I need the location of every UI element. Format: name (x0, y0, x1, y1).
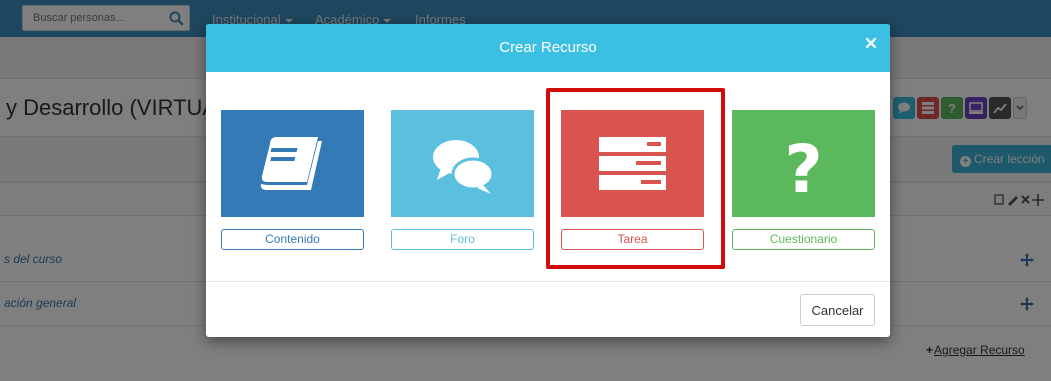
svg-text:?: ? (784, 131, 822, 208)
cuestionario-tile[interactable]: ? (732, 110, 875, 217)
foro-button[interactable]: Foro (391, 229, 534, 250)
question-mark-icon: ? (784, 131, 822, 208)
create-resource-modal: Crear Recurso Contenido Foro Tarea ? Cue… (206, 24, 890, 337)
cancel-button[interactable]: Cancelar (800, 294, 875, 326)
contenido-tile[interactable] (221, 110, 364, 217)
modal-divider (206, 281, 890, 282)
close-icon[interactable] (864, 36, 878, 50)
modal-title: Crear Recurso (499, 39, 597, 56)
tarea-button[interactable]: Tarea (561, 229, 704, 250)
modal-header: Crear Recurso (206, 24, 890, 72)
tarea-tile[interactable] (561, 110, 704, 217)
task-list-icon (599, 137, 666, 190)
contenido-button[interactable]: Contenido (221, 229, 364, 250)
foro-tile[interactable] (391, 110, 534, 217)
cuestionario-button[interactable]: Cuestionario (732, 229, 875, 250)
